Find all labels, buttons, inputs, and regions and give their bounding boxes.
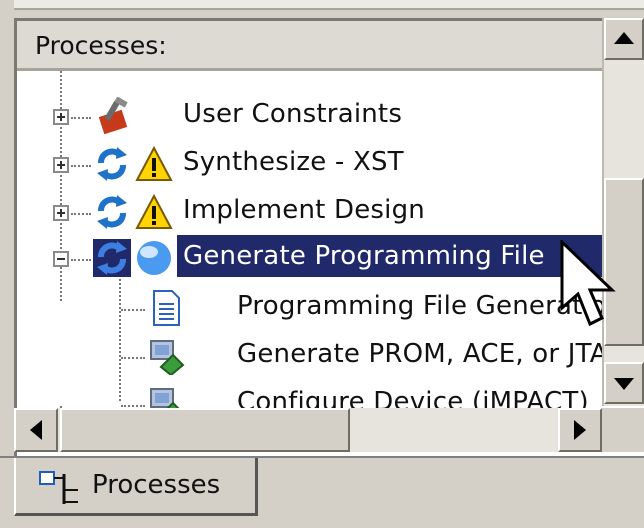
tree-item-generate-prom[interactable]: Generate PROM, ACE, or JTA [17,333,607,379]
warning-icon [135,193,173,229]
arrow-up-icon [614,32,634,44]
scroll-down-button[interactable] [604,362,644,404]
expand-icon[interactable] [53,109,69,125]
scrollbar-corner [602,408,644,452]
arrow-down-icon [614,378,634,390]
processes-window: Processes: User Constraints Synthesize -… [0,0,644,528]
refresh-icon [97,195,127,229]
tree-line [71,259,91,261]
panel-title: Processes: [35,31,167,60]
vertical-scrollbar[interactable] [602,18,644,406]
tree-item-label: Implement Design [183,195,425,225]
tree-item-label: Synthesize - XST [183,147,404,177]
warning-icon [135,145,173,181]
scroll-right-button[interactable] [558,408,602,452]
scroll-up-button[interactable] [604,18,644,60]
panel-header: Processes: [17,21,607,71]
tree-line [71,213,91,215]
tree-item-programming-file-generation[interactable]: Programming File Generatio [17,285,607,331]
tree-item-label: User Constraints [183,99,403,129]
expand-icon[interactable] [53,205,69,221]
tree-item-synthesize[interactable]: Synthesize - XST [17,141,607,187]
horizontal-scroll-thumb[interactable] [60,408,350,452]
tree-item-label: Generate PROM, ACE, or JTA [237,339,607,369]
mouse-cursor-icon [560,240,616,327]
arrow-right-icon [574,420,586,440]
device-program-icon [150,340,185,375]
processes-panel: Processes: User Constraints Synthesize -… [14,18,644,458]
collapse-icon[interactable] [53,251,69,267]
tab-bar: Processes [0,456,644,528]
tree-item-label: Programming File Generatio [237,291,607,321]
tree-item-user-constraints[interactable]: User Constraints [17,93,607,139]
progress-globe-icon [137,241,171,275]
refresh-running-icon [93,239,131,277]
tree-line [121,405,145,407]
arrow-left-icon [30,420,42,440]
tree-line [71,165,91,167]
tree-item-implement-design[interactable]: Implement Design [17,189,607,235]
tree-line [121,309,145,311]
horizontal-scrollbar[interactable] [14,408,644,452]
document-icon [153,290,180,326]
tab-processes[interactable]: Processes [14,458,258,516]
expand-icon[interactable] [53,157,69,173]
process-tree[interactable]: User Constraints Synthesize - XST Implem… [17,71,607,417]
tab-label: Processes [92,470,221,500]
tree-line [71,117,91,119]
tree-item-label: Generate Programming File [183,241,545,271]
tree-line [121,357,145,359]
scroll-left-button[interactable] [14,408,58,452]
top-border [14,0,644,10]
processes-hierarchy-icon [39,471,78,504]
constraints-tools-icon [98,97,128,135]
refresh-icon [97,147,127,181]
tree-item-generate-programming-file[interactable]: Generate Programming File [17,235,607,281]
